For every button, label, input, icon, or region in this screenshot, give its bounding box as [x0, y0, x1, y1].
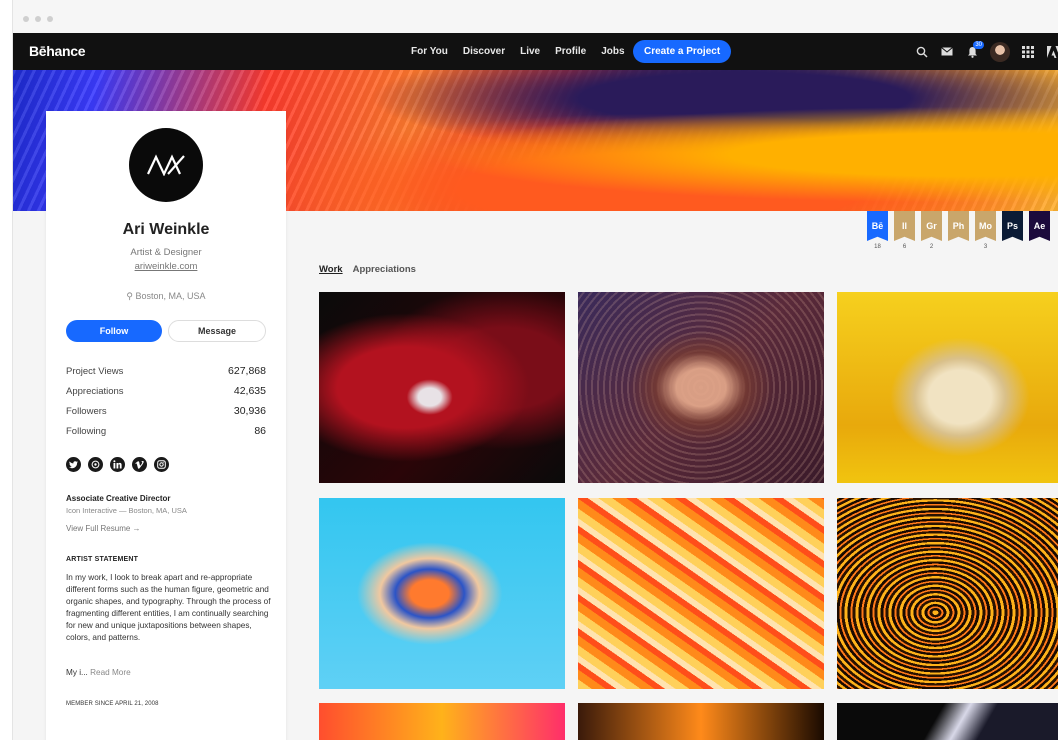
nav-link-jobs[interactable]: Jobs: [601, 46, 624, 57]
view-resume-link[interactable]: View Full Resume →: [66, 524, 141, 533]
message-button[interactable]: Message: [168, 320, 266, 342]
notification-badge: 30: [973, 40, 984, 49]
nav-link-for-you[interactable]: For You: [411, 46, 448, 57]
tool-badge[interactable]: Bē 18: [866, 211, 889, 251]
bell-icon[interactable]: 30: [965, 40, 984, 59]
adobe-logo-icon[interactable]: [1046, 45, 1058, 59]
tool-badge[interactable]: Ae: [1028, 211, 1051, 251]
stat-row-followers[interactable]: Followers 30,936: [66, 401, 266, 421]
search-icon[interactable]: [915, 45, 929, 59]
create-project-button[interactable]: Create a Project: [633, 40, 732, 63]
artist-statement-text: In my work, I look to break apart and re…: [66, 573, 271, 642]
project-thumbnail[interactable]: [578, 703, 824, 740]
project-thumbnail[interactable]: [578, 292, 824, 483]
project-thumbnail[interactable]: [837, 292, 1058, 483]
profile-tabs: Work Appreciations: [319, 264, 416, 275]
top-navigation: Bēhance For You Discover Live Profile Jo…: [13, 33, 1058, 70]
tool-badge[interactable]: Ph: [947, 211, 970, 251]
social-links: [66, 457, 169, 472]
project-thumbnail[interactable]: [319, 498, 565, 689]
nav-link-profile[interactable]: Profile: [555, 46, 586, 57]
tool-badge[interactable]: Il 6: [893, 211, 916, 251]
tab-work[interactable]: Work: [319, 264, 343, 275]
tool-badge[interactable]: Mo 3: [974, 211, 997, 251]
profile-location: ⚲ Boston, MA, USA: [126, 291, 206, 301]
job-title: Associate Creative Director: [66, 494, 171, 503]
artist-statement-heading: ARTIST STATEMENT: [66, 556, 139, 563]
stat-row-appreciations: Appreciations 42,635: [66, 385, 266, 397]
location-pin-icon: ⚲: [126, 291, 134, 301]
tool-badge[interactable]: Gr 2: [920, 211, 943, 251]
behance-logo[interactable]: Bēhance: [29, 43, 86, 59]
mail-icon[interactable]: [940, 45, 954, 59]
job-company: Icon Interactive — Boston, MA, USA: [66, 506, 187, 515]
nav-icons: 30: [915, 33, 1058, 70]
profile-sidebar: Ari Weinkle Artist & Designer ariweinkle…: [46, 111, 286, 740]
profile-avatar: [129, 128, 203, 202]
follow-button[interactable]: Follow: [66, 320, 162, 342]
vimeo-icon[interactable]: [132, 457, 147, 472]
project-thumbnail[interactable]: [578, 498, 824, 689]
profile-website-link[interactable]: ariweinkle.com: [46, 261, 286, 272]
tab-appreciations[interactable]: Appreciations: [353, 264, 416, 275]
profile-occupation: Artist & Designer: [130, 247, 202, 258]
instagram-icon[interactable]: [154, 457, 169, 472]
nav-links: For You Discover Live Profile Jobs: [411, 46, 625, 57]
tools-used-list: Bē 18 Il 6 Gr 2 Ph Mo 3 Ps Ae: [866, 211, 1051, 251]
nav-link-live[interactable]: Live: [520, 46, 540, 57]
stat-row-following[interactable]: Following 86: [66, 421, 266, 441]
project-thumbnail[interactable]: [837, 703, 1058, 740]
project-thumbnail[interactable]: [319, 703, 565, 740]
read-more-link[interactable]: Read More: [90, 668, 131, 677]
project-thumbnail[interactable]: [319, 292, 565, 483]
member-since: MEMBER SINCE APRIL 21, 2008: [66, 701, 159, 707]
nav-link-discover[interactable]: Discover: [463, 46, 505, 57]
project-thumbnail[interactable]: [837, 498, 1058, 689]
profile-stats: Project Views 627,868 Appreciations 42,6…: [66, 361, 266, 441]
twitter-icon[interactable]: [66, 457, 81, 472]
pinterest-icon[interactable]: [88, 457, 103, 472]
browser-window: Bēhance For You Discover Live Profile Jo…: [12, 0, 1058, 740]
tool-badge[interactable]: Ps: [1001, 211, 1024, 251]
window-controls[interactable]: [23, 16, 53, 22]
user-avatar[interactable]: [990, 41, 1010, 62]
stat-row-project-views: Project Views 627,868: [66, 365, 266, 377]
apps-grid-icon[interactable]: [1021, 45, 1035, 59]
linkedin-icon[interactable]: [110, 457, 125, 472]
profile-name: Ari Weinkle: [122, 221, 210, 238]
statement-excerpt: My i... Read More: [66, 668, 131, 677]
browser-titlebar: [13, 0, 1058, 33]
